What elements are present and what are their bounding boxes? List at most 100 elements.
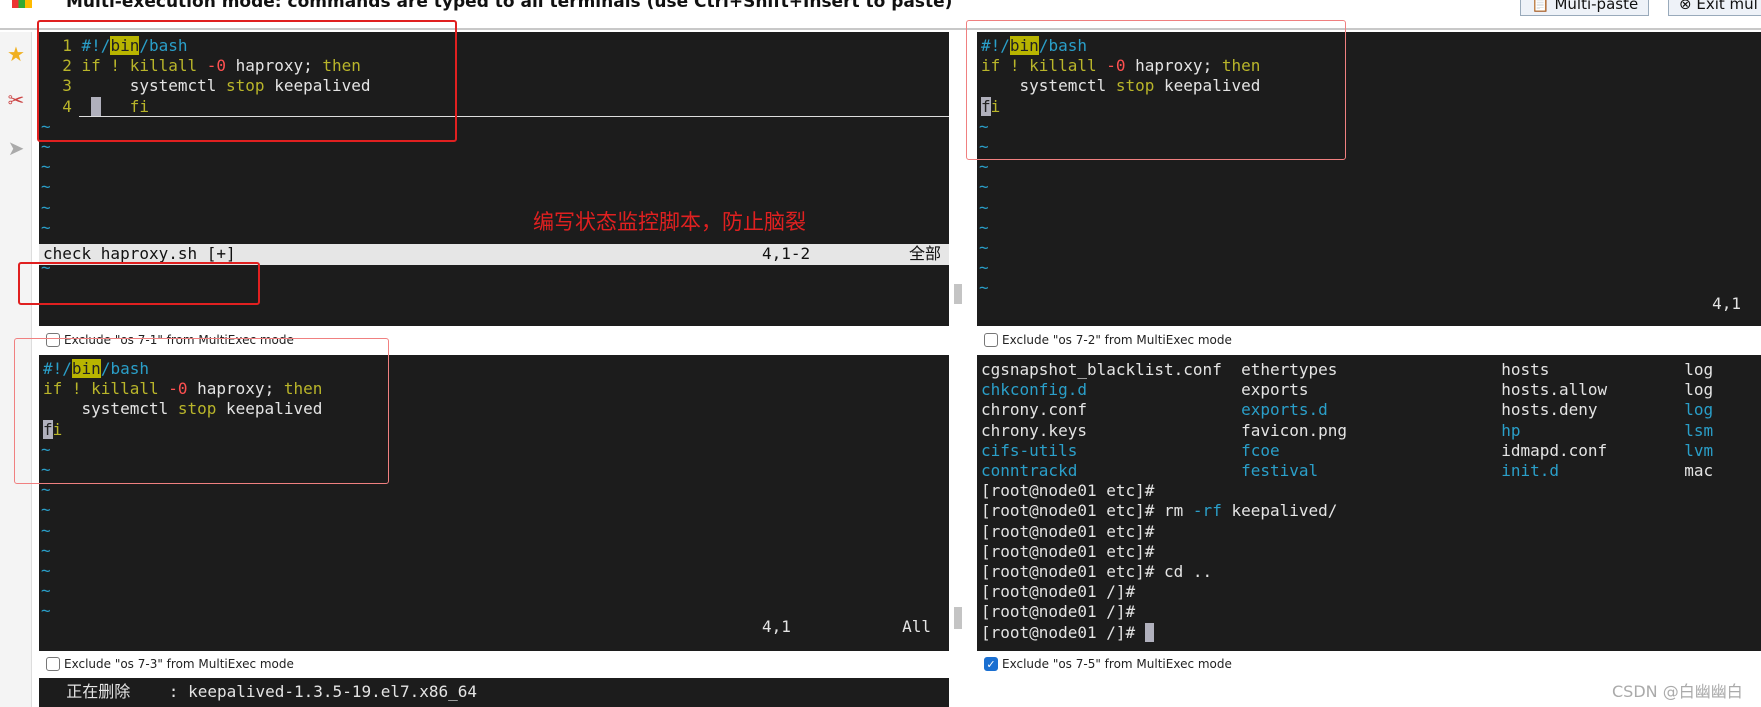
checkbox[interactable] bbox=[46, 657, 60, 671]
exclude-label: Exclude "os 7-2" from MultiExec mode bbox=[1002, 333, 1232, 347]
tilde-marker: ~ bbox=[41, 520, 51, 540]
annotation-box bbox=[18, 262, 260, 305]
annotation-box bbox=[966, 20, 1346, 160]
watermark: CSDN @白幽幽白 bbox=[1612, 682, 1743, 701]
terminal-line: 正在删除 : keepalived-1.3.5-19.el7.x86_64 bbox=[47, 682, 478, 701]
text-segment: lvm bbox=[1684, 440, 1714, 460]
scrollbar[interactable] bbox=[954, 607, 962, 629]
text-segment: lsm bbox=[1684, 420, 1714, 440]
status-scope: All bbox=[902, 617, 931, 636]
status-pos: 4,1 bbox=[1712, 294, 1741, 313]
text-segment: exports.d bbox=[1241, 400, 1502, 420]
tilde-marker: ~ bbox=[41, 601, 51, 621]
tilde-marker: ~ bbox=[41, 197, 51, 217]
text-segment: fcoe bbox=[1241, 440, 1502, 460]
send-icon[interactable]: ➤ bbox=[4, 136, 28, 160]
exclude-label: Exclude "os 7-3" from MultiExec mode bbox=[64, 657, 294, 671]
status-pos: 4,1-2 bbox=[762, 244, 811, 263]
terminal-line: [root@node01 etc]# rm -rf keepalived/ bbox=[981, 501, 1337, 521]
tilde-marker: ~ bbox=[41, 581, 51, 601]
close-circle-icon: ⊗ bbox=[1679, 0, 1692, 13]
text-segment: mac bbox=[1684, 461, 1714, 480]
exclude-checkbox-os-7-3[interactable]: Exclude "os 7-3" from MultiExec mode bbox=[46, 657, 294, 671]
terminal-line: [root@node01 etc]# cd .. bbox=[981, 562, 1212, 582]
tilde-marker: ~ bbox=[979, 278, 989, 298]
annotation-text: 编写状态监控脚本，防止脑裂 bbox=[533, 210, 806, 234]
text-segment: init.d bbox=[1501, 461, 1685, 480]
text-segment: [root@node01 etc]# cd .. bbox=[981, 562, 1213, 581]
annotation-box bbox=[37, 20, 457, 142]
exclude-checkbox-os-7-5[interactable]: ✓ Exclude "os 7-5" from MultiExec mode bbox=[984, 657, 1232, 671]
cursor bbox=[1144, 622, 1155, 642]
text-segment: hosts.allow bbox=[1501, 380, 1685, 400]
checkbox[interactable] bbox=[984, 333, 998, 347]
clipboard-icon: 📋 bbox=[1531, 0, 1550, 13]
tilde-marker: ~ bbox=[41, 540, 51, 560]
checkbox-checked[interactable]: ✓ bbox=[984, 657, 998, 671]
tools-icon[interactable]: ✂ bbox=[4, 88, 28, 112]
exit-multiexec-label: Exit mul bbox=[1696, 0, 1758, 13]
exclude-checkbox-os-7-2[interactable]: Exclude "os 7-2" from MultiExec mode bbox=[984, 333, 1232, 347]
terminal-line: cifs-utils fcoe idmapd.conf lvm bbox=[981, 441, 1713, 461]
terminal-line: [root@node01 etc]# bbox=[981, 522, 1154, 542]
status-pos: 4,1 bbox=[762, 617, 791, 636]
text-segment: favicon.png bbox=[1241, 420, 1502, 440]
text-segment: [root@node01 etc]# bbox=[981, 541, 1155, 561]
tilde-marker: ~ bbox=[979, 157, 989, 177]
tilde-marker: ~ bbox=[41, 561, 51, 580]
tilde-marker: ~ bbox=[41, 177, 51, 197]
tilde-marker: ~ bbox=[979, 238, 989, 257]
text-segment: chrony.keys bbox=[981, 420, 1242, 440]
text-segment: idmapd.conf bbox=[1501, 440, 1685, 460]
scrollbar[interactable] bbox=[954, 284, 962, 304]
annotation-box bbox=[14, 338, 389, 484]
terminal-line: [root@node01 /]# bbox=[981, 582, 1135, 602]
text-segment: hosts.deny bbox=[1501, 400, 1685, 420]
terminal-line: chrony.keys favicon.png hp lsm bbox=[981, 421, 1713, 441]
text-segment: ethertypes bbox=[1241, 360, 1502, 379]
terminal-line: chrony.conf exports.d hosts.deny log bbox=[981, 400, 1713, 420]
tilde-marker: ~ bbox=[979, 258, 989, 278]
terminal-line: [root@node01 etc]# bbox=[981, 542, 1154, 562]
tilde-marker: ~ bbox=[41, 157, 51, 177]
exclude-label: Exclude "os 7-5" from MultiExec mode bbox=[1002, 657, 1232, 671]
terminal-line: conntrackd festival init.d mac bbox=[981, 461, 1713, 481]
terminal-line: [root@node01 /]# bbox=[981, 602, 1135, 622]
terminal-line: cgsnapshot_blacklist.conf ethertypes hos… bbox=[981, 360, 1713, 380]
text-segment: festival bbox=[1241, 461, 1502, 480]
text-segment: cifs-utils bbox=[981, 440, 1242, 460]
multi-paste-button[interactable]: 📋 Multi-paste bbox=[1520, 0, 1650, 16]
star-icon[interactable]: ★ bbox=[4, 42, 28, 66]
text-segment: keepalived/ bbox=[1221, 501, 1338, 521]
tilde-marker: ~ bbox=[979, 177, 989, 197]
app-icon bbox=[12, 0, 32, 8]
terminal-pane-bottom[interactable]: 正在删除 : keepalived-1.3.5-19.el7.x86_64 bbox=[39, 678, 949, 707]
status-scope: 全部 bbox=[908, 244, 941, 263]
terminal-line: [root@node01 etc]# bbox=[981, 481, 1154, 501]
text-segment: conntrackd bbox=[981, 461, 1242, 480]
tilde-marker: ~ bbox=[979, 217, 989, 237]
status-file: check_haproxy.sh [+] bbox=[43, 244, 236, 263]
text-segment: [root@node01 /]# bbox=[981, 622, 1145, 642]
terminal-line: chkconfig.d exports hosts.allow log bbox=[981, 380, 1713, 400]
text-segment: log bbox=[1684, 380, 1714, 400]
tilde-marker: ~ bbox=[979, 197, 989, 217]
text-segment: hp bbox=[1501, 420, 1685, 440]
multiexec-title: Multi-execution mode: commands are typed… bbox=[66, 0, 953, 12]
exit-multiexec-button[interactable]: ⊗ Exit mul bbox=[1668, 0, 1761, 16]
tilde-marker: ~ bbox=[41, 500, 51, 520]
text-segment: chrony.conf bbox=[981, 400, 1242, 420]
text-segment: exports bbox=[1241, 380, 1502, 400]
text-segment: [root@node01 etc]# bbox=[981, 521, 1155, 541]
multi-paste-label: Multi-paste bbox=[1554, 0, 1639, 13]
text-segment: [root@node01 /]# bbox=[981, 602, 1136, 622]
terminal-line: [root@node01 /]# bbox=[981, 622, 1155, 643]
text-segment: [root@node01 etc]# rm bbox=[981, 501, 1193, 521]
text-segment: log bbox=[1684, 400, 1714, 420]
text-segment: [root@node01 etc]# bbox=[981, 481, 1155, 501]
text-segment: cgsnapshot_blacklist.conf bbox=[981, 360, 1242, 379]
text-segment: chkconfig.d bbox=[981, 380, 1242, 400]
tilde-marker: ~ bbox=[41, 217, 51, 237]
terminal-pane-os-7-5[interactable]: cgsnapshot_blacklist.conf ethertypes hos… bbox=[977, 355, 1761, 651]
text-segment: log bbox=[1684, 360, 1714, 379]
